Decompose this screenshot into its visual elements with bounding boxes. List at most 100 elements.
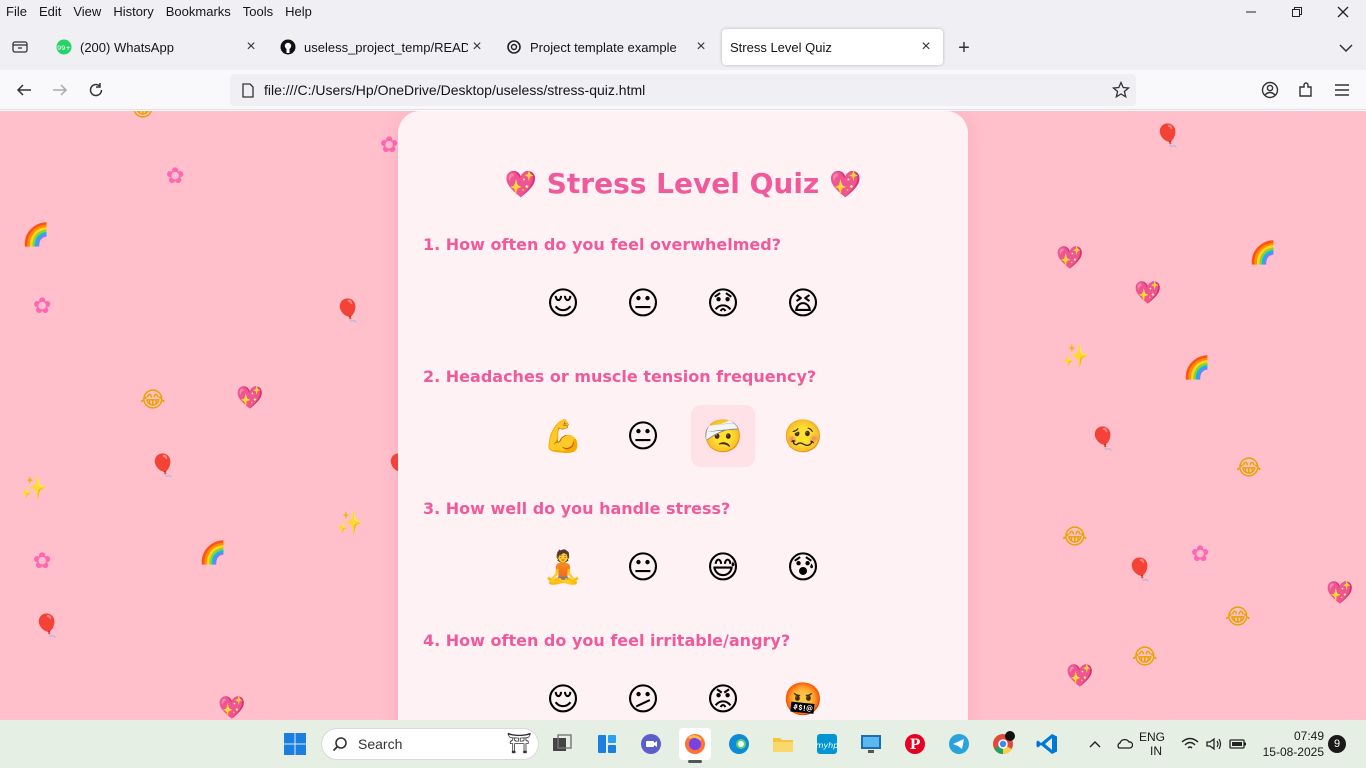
chrome-icon — [993, 731, 1015, 755]
edge-button[interactable] — [723, 728, 755, 760]
tab-bar: 99+ (200) WhatsApp × useless_project_tem… — [0, 24, 1366, 70]
option-anxious-emoji[interactable]: 😰 — [771, 536, 835, 598]
option-tired-emoji[interactable]: 😫 — [771, 272, 835, 334]
tab-github-readme[interactable]: useless_project_temp/README.m × — [272, 29, 494, 65]
option-worried-emoji[interactable]: 😟 — [691, 272, 755, 334]
close-window-button[interactable] — [1320, 0, 1366, 24]
url-bar[interactable]: file:///C:/Users/Hp/OneDrive/Desktop/use… — [230, 74, 1136, 106]
laughing-emoji-icon: 😂 — [140, 388, 166, 413]
menu-tools[interactable]: Tools — [237, 1, 279, 23]
quiz-title: 💖 Stress Level Quiz 💖 — [398, 167, 968, 200]
option-cursing-emoji[interactable]: 🤬 — [771, 668, 835, 720]
remote-desktop-button[interactable] — [855, 728, 887, 760]
option-angry-emoji[interactable]: 😡 — [691, 668, 755, 720]
balloon-icon: 🎈 — [1089, 427, 1117, 452]
option-neutral-emoji[interactable]: 😐 — [611, 272, 675, 334]
tab-whatsapp[interactable]: 99+ (200) WhatsApp × — [48, 29, 268, 65]
tab-title: useless_project_temp/README.m — [304, 39, 468, 55]
flower-icon: ✿ — [33, 294, 52, 319]
extensions-button[interactable] — [1292, 76, 1320, 104]
telegram-button[interactable] — [943, 728, 975, 760]
reload-icon — [89, 83, 103, 97]
tab-title: Project template example — [530, 39, 677, 55]
menu-help[interactable]: Help — [279, 1, 318, 23]
hamburger-icon — [1335, 84, 1349, 96]
github-icon — [280, 39, 296, 55]
vscode-button[interactable] — [1031, 728, 1063, 760]
question-4-options: 😌 😕 😡 🤬 — [531, 668, 851, 720]
chevron-up-icon[interactable] — [1085, 737, 1105, 751]
plus-icon: + — [958, 36, 970, 59]
rainbow-icon: 🌈 — [199, 541, 227, 566]
flower-icon: ✿ — [33, 549, 52, 574]
chevron-down-icon — [1339, 44, 1353, 52]
app-menu-button[interactable] — [1328, 76, 1356, 104]
monitor-icon — [861, 735, 881, 753]
close-tab-icon[interactable]: × — [468, 38, 486, 56]
option-flexed-biceps-emoji[interactable]: 💪 — [531, 405, 595, 467]
menu-history[interactable]: History — [107, 1, 159, 23]
file-explorer-button[interactable] — [767, 728, 799, 760]
reload-button[interactable] — [82, 76, 110, 104]
active-indicator — [688, 760, 702, 763]
forward-button[interactable] — [46, 76, 74, 104]
question-2-options: 💪 😐 🤕 🥴 — [531, 405, 851, 467]
start-button[interactable] — [279, 728, 311, 760]
quick-settings[interactable] — [1181, 720, 1247, 768]
close-tab-icon[interactable]: × — [917, 38, 935, 56]
option-relieved-emoji[interactable]: 😌 — [531, 272, 595, 334]
chrome-button[interactable] — [987, 728, 1019, 760]
menu-bar: File Edit View History Bookmarks Tools H… — [0, 0, 1366, 24]
menu-edit[interactable]: Edit — [33, 1, 67, 23]
option-relieved-emoji[interactable]: 😌 — [531, 668, 595, 720]
option-meditation-emoji[interactable]: 🧘 — [531, 536, 595, 598]
account-button[interactable] — [1256, 76, 1284, 104]
sparkling-heart-icon: 💖 — [1066, 664, 1094, 689]
search-placeholder: Search — [358, 736, 403, 752]
close-tab-icon[interactable]: × — [692, 38, 710, 56]
onedrive-cloud-icon[interactable] — [1111, 737, 1137, 752]
option-sweat-smile-emoji[interactable]: 😅 — [691, 536, 755, 598]
laughing-emoji-icon: 😂 — [1132, 645, 1158, 670]
balloon-icon: 🎈 — [334, 299, 362, 324]
option-confused-emoji[interactable]: 😕 — [611, 668, 675, 720]
restore-button[interactable] — [1274, 0, 1320, 24]
minimize-button[interactable] — [1228, 0, 1274, 24]
tab-stress-quiz[interactable]: Stress Level Quiz × — [722, 29, 943, 65]
notification-center-button[interactable]: 9 — [1328, 720, 1346, 768]
laughing-emoji-icon: 😂 — [1062, 525, 1088, 550]
menu-bookmarks[interactable]: Bookmarks — [160, 1, 237, 23]
sparkling-heart-icon: 💖 — [504, 170, 537, 200]
close-icon — [1337, 6, 1349, 18]
hp-app-button[interactable]: myhp — [811, 728, 843, 760]
tabs-overflow-button[interactable] — [1336, 38, 1356, 58]
tab-project-template[interactable]: Project template example × — [498, 29, 718, 65]
firefox-taskbar-button[interactable] — [679, 728, 711, 763]
question-3-options: 🧘 😐 😅 😰 — [531, 536, 851, 598]
whatsapp-icon: 99+ — [56, 39, 72, 55]
menu-view[interactable]: View — [67, 1, 107, 23]
pinterest-button[interactable]: P — [899, 728, 931, 760]
option-woozy-emoji[interactable]: 🥴 — [771, 405, 835, 467]
widgets-button[interactable] — [591, 728, 623, 760]
url-text[interactable]: file:///C:/Users/Hp/OneDrive/Desktop/use… — [264, 82, 1106, 98]
back-button[interactable] — [10, 76, 38, 104]
list-all-tabs-button[interactable] — [0, 24, 40, 70]
teams-meet-button[interactable] — [635, 728, 667, 760]
bookmark-star-icon[interactable] — [1106, 75, 1136, 105]
tab-list-icon — [12, 41, 28, 53]
close-tab-icon[interactable]: × — [242, 38, 260, 56]
language-indicator[interactable]: ENG IN — [1139, 720, 1165, 768]
new-tab-button[interactable]: + — [952, 36, 976, 60]
option-neutral-emoji[interactable]: 😐 — [611, 405, 675, 467]
sparkling-heart-icon: 💖 — [1326, 581, 1354, 606]
task-view-button[interactable] — [546, 728, 578, 760]
taskbar-search-box[interactable]: Search ⛩ — [321, 728, 539, 760]
clock[interactable]: 07:49 15-08-2025 — [1258, 720, 1324, 768]
puzzle-icon — [1299, 82, 1312, 97]
menu-file[interactable]: File — [0, 1, 33, 23]
option-head-bandage-emoji[interactable]: 🤕 — [691, 405, 755, 467]
question-2: 2. Headaches or muscle tension frequency… — [423, 367, 817, 386]
search-highlight-icon: ⛩ — [506, 733, 532, 755]
option-neutral-emoji[interactable]: 😐 — [611, 536, 675, 598]
